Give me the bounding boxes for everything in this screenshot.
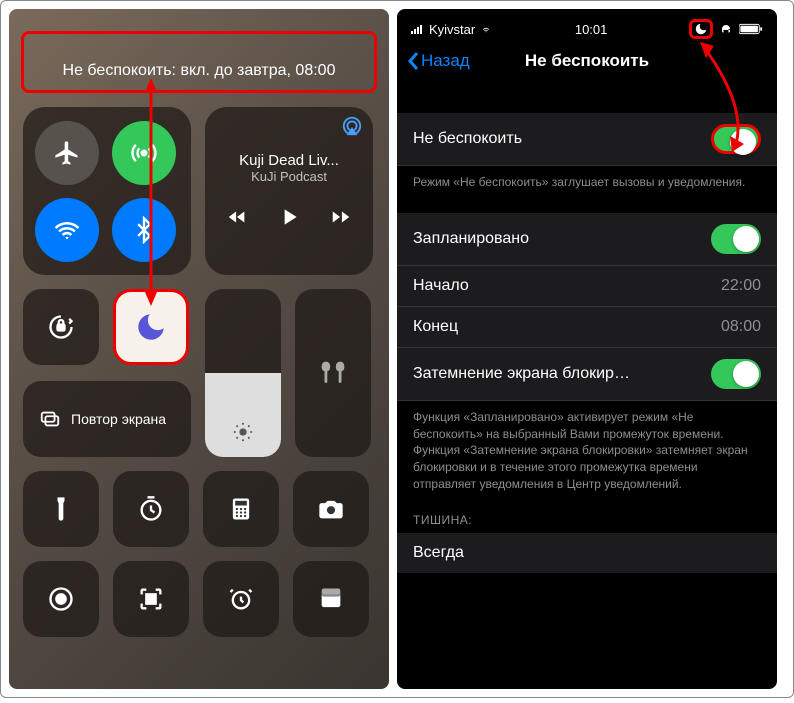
- connectivity-tile[interactable]: [23, 107, 191, 275]
- dnd-main-toggle[interactable]: [711, 124, 761, 154]
- screen-mirror-icon: [39, 408, 61, 430]
- wifi-button[interactable]: [35, 198, 99, 262]
- from-value: 22:00: [721, 277, 761, 295]
- from-cell[interactable]: Начало 22:00: [397, 266, 777, 307]
- calculator-icon: [227, 495, 255, 523]
- play-button[interactable]: [276, 204, 302, 230]
- dnd-button[interactable]: [113, 289, 189, 365]
- brightness-icon: [232, 421, 254, 443]
- dnd-main-label: Не беспокоить: [413, 130, 711, 148]
- scheduled-cell[interactable]: Запланировано: [397, 213, 777, 266]
- airpods-icon: [316, 356, 350, 390]
- wifi-icon: [53, 216, 81, 244]
- wallet-button[interactable]: [293, 561, 369, 637]
- flashlight-button[interactable]: [23, 471, 99, 547]
- qr-icon: [137, 585, 165, 613]
- dnd-status-banner: Не беспокоить: вкл. до завтра, 08:00: [21, 31, 377, 93]
- settings-screenshot: Kyivstar 10:01 Назад Не беспокоить Не бе…: [397, 9, 777, 689]
- page-title: Не беспокоить: [525, 51, 649, 71]
- screen-mirroring-button[interactable]: Повтор экрана: [23, 381, 191, 457]
- to-cell[interactable]: Конец 08:00: [397, 307, 777, 348]
- signal-icon: [411, 24, 425, 34]
- calculator-button[interactable]: [203, 471, 279, 547]
- bluetooth-icon: [130, 216, 158, 244]
- forward-button[interactable]: [330, 206, 352, 228]
- timer-button[interactable]: [113, 471, 189, 547]
- rewind-button[interactable]: [226, 206, 248, 228]
- timer-icon: [137, 495, 165, 523]
- media-subtitle: KuJi Podcast: [251, 169, 327, 184]
- airplane-icon: [53, 139, 81, 167]
- bluetooth-button[interactable]: [112, 198, 176, 262]
- dnd-statusbar-indicator: [689, 19, 713, 39]
- status-bar: Kyivstar 10:01: [397, 9, 777, 43]
- navigation-bar: Назад Не беспокоить: [397, 43, 777, 85]
- camera-icon: [317, 495, 345, 523]
- cellular-icon: [130, 139, 158, 167]
- media-title: Kuji Dead Liv...: [217, 152, 361, 169]
- camera-button[interactable]: [293, 471, 369, 547]
- wallet-icon: [317, 585, 345, 613]
- alarm-button[interactable]: [203, 561, 279, 637]
- lock-rotation-icon: [47, 313, 75, 341]
- record-icon: [47, 585, 75, 613]
- to-value: 08:00: [721, 318, 761, 336]
- back-button[interactable]: Назад: [407, 51, 470, 71]
- qr-scan-button[interactable]: [113, 561, 189, 637]
- cellular-button[interactable]: [112, 121, 176, 185]
- screen-mirror-label: Повтор экрана: [71, 411, 166, 428]
- alarm-icon: [227, 585, 255, 613]
- dim-cell[interactable]: Затемнение экрана блокир…: [397, 348, 777, 401]
- dnd-main-footer: Режим «Не беспокоить» заглушает вызовы и…: [397, 166, 777, 195]
- battery-icon: [739, 23, 763, 35]
- carrier-label: Kyivstar: [429, 22, 475, 37]
- orientation-lock-button[interactable]: [23, 289, 99, 365]
- moon-status-icon: [694, 22, 708, 36]
- control-center-screenshot: Не беспокоить: вкл. до завтра, 08:00: [9, 9, 389, 689]
- clock: 10:01: [575, 22, 608, 37]
- moon-icon: [134, 310, 168, 344]
- scheduled-toggle[interactable]: [711, 224, 761, 254]
- flashlight-icon: [47, 495, 75, 523]
- always-cell[interactable]: Всегда: [397, 533, 777, 573]
- screen-record-button[interactable]: [23, 561, 99, 637]
- volume-slider[interactable]: [295, 289, 371, 457]
- media-tile[interactable]: Kuji Dead Liv... KuJi Podcast: [205, 107, 373, 275]
- airplane-mode-button[interactable]: [35, 121, 99, 185]
- chevron-left-icon: [407, 51, 419, 71]
- wifi-status-icon: [479, 24, 493, 34]
- brightness-slider[interactable]: [205, 289, 281, 457]
- headphones-icon: [718, 23, 734, 35]
- dim-toggle[interactable]: [711, 359, 761, 389]
- scheduled-footer: Функция «Запланировано» активирует режим…: [397, 401, 777, 497]
- silence-header: ТИШИНА:: [397, 497, 777, 533]
- dnd-main-cell[interactable]: Не беспокоить: [397, 113, 777, 166]
- airplay-icon[interactable]: [341, 115, 363, 137]
